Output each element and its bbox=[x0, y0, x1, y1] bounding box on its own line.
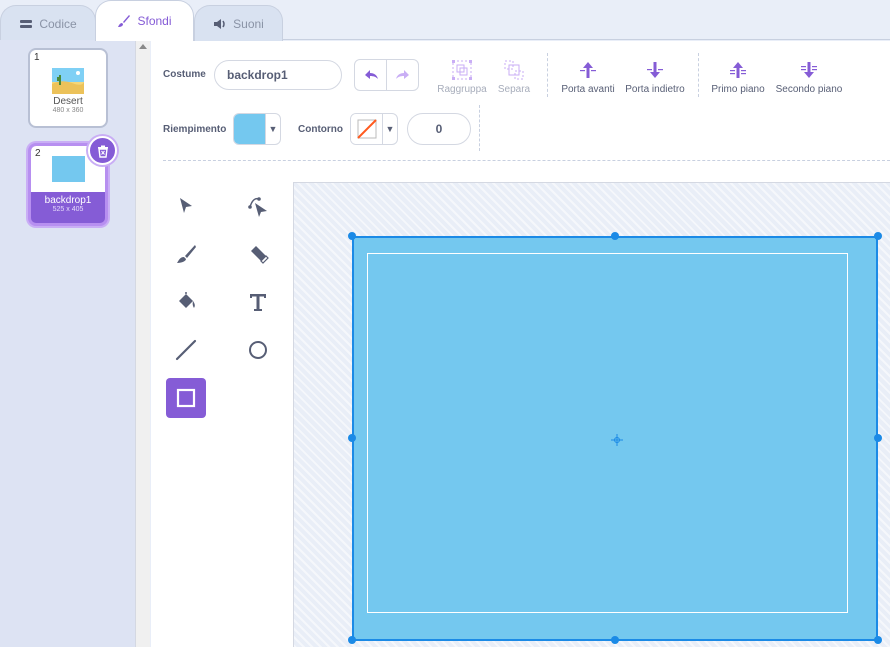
trash-icon bbox=[97, 145, 108, 158]
costume-label: Costume bbox=[163, 69, 206, 80]
undo-icon bbox=[364, 70, 378, 79]
resize-handle-left[interactable] bbox=[348, 434, 356, 442]
paint-bucket-icon bbox=[179, 292, 195, 308]
backdrop-size: 480 x 360 bbox=[52, 107, 84, 114]
backdrop-name: backdrop1 bbox=[44, 195, 92, 206]
back-label: Secondo piano bbox=[775, 84, 843, 95]
resize-handle-bottom-right[interactable] bbox=[874, 636, 882, 644]
fill-color-picker[interactable]: ▼ bbox=[233, 113, 281, 145]
fill-tool[interactable] bbox=[166, 282, 206, 322]
ungroup-label: Separa bbox=[497, 84, 531, 95]
tab-code-label: Codice bbox=[39, 16, 77, 31]
circle-icon bbox=[249, 341, 267, 359]
toolbar-divider bbox=[698, 53, 699, 97]
toolbar-divider bbox=[547, 53, 548, 97]
ungroup-button[interactable]: Separa bbox=[492, 56, 536, 95]
undo-button[interactable] bbox=[355, 60, 386, 90]
paint-editor-window: Codice Sfondi Suoni 1 Desert 480 x 360 2… bbox=[0, 0, 890, 647]
backdrop-name: Desert bbox=[53, 96, 83, 107]
paint-editor: Costume backdrop1 Raggruppa Separa Porta… bbox=[151, 41, 890, 647]
arrow-cursor-icon bbox=[180, 198, 192, 213]
tab-sounds[interactable]: Suoni bbox=[194, 5, 283, 41]
brush-icon bbox=[177, 245, 196, 263]
bring-to-front-icon bbox=[730, 62, 746, 78]
select-tool[interactable] bbox=[166, 186, 206, 226]
arrow-up-icon bbox=[580, 62, 596, 78]
tab-bar: Codice Sfondi Suoni bbox=[0, 0, 890, 41]
front-label: Primo piano bbox=[711, 84, 765, 95]
toolbar-separator bbox=[163, 160, 890, 161]
resize-handle-bottom[interactable] bbox=[611, 636, 619, 644]
rectangle-tool[interactable] bbox=[166, 378, 206, 418]
fill-label: Riempimento bbox=[163, 124, 227, 135]
stage-bounds-outline bbox=[367, 253, 848, 613]
front-button[interactable]: Primo piano bbox=[710, 56, 766, 95]
group-icon bbox=[452, 60, 472, 80]
tab-sounds-label: Suoni bbox=[233, 16, 264, 31]
fill-color-swatch bbox=[234, 114, 265, 144]
tab-backdrops[interactable]: Sfondi bbox=[95, 0, 194, 41]
delete-backdrop-button[interactable] bbox=[88, 136, 117, 165]
outline-width-input[interactable]: 0 bbox=[407, 113, 471, 145]
line-icon bbox=[175, 339, 197, 361]
no-outline-swatch-icon bbox=[351, 114, 382, 144]
backward-label: Porta indietro bbox=[625, 84, 685, 95]
redo-button[interactable] bbox=[386, 60, 418, 90]
backdrop-list bbox=[0, 40, 150, 647]
eraser-icon bbox=[251, 246, 269, 264]
speaker-icon bbox=[213, 17, 227, 31]
backward-button[interactable]: Porta indietro bbox=[623, 56, 687, 95]
backdrop-number: 1 bbox=[34, 52, 40, 63]
line-tool[interactable] bbox=[166, 330, 206, 370]
backdrop-number: 2 bbox=[35, 148, 41, 159]
send-to-back-icon bbox=[801, 62, 817, 78]
forward-label: Porta avanti bbox=[561, 84, 615, 95]
backdrop-size: 525 x 405 bbox=[52, 206, 84, 213]
circle-tool[interactable] bbox=[238, 330, 278, 370]
tab-backdrops-label: Sfondi bbox=[137, 14, 172, 28]
scroll-up-arrow-icon[interactable] bbox=[139, 44, 147, 49]
paintbrush-icon bbox=[117, 14, 131, 28]
chevron-down-icon: ▼ bbox=[382, 114, 397, 144]
resize-handle-top-left[interactable] bbox=[348, 232, 356, 240]
reshape-cursor-icon bbox=[248, 197, 267, 217]
group-label: Raggruppa bbox=[437, 84, 487, 95]
outline-color-picker[interactable]: ▼ bbox=[350, 113, 398, 145]
group-button[interactable]: Raggruppa bbox=[434, 56, 490, 95]
eraser-tool[interactable] bbox=[238, 234, 278, 274]
resize-handle-top-right[interactable] bbox=[874, 232, 882, 240]
costume-name-input[interactable]: backdrop1 bbox=[214, 60, 342, 90]
backdrop-tile-desert[interactable]: 1 Desert 480 x 360 bbox=[28, 48, 108, 128]
back-button[interactable]: Secondo piano bbox=[773, 56, 845, 95]
ungroup-icon bbox=[504, 60, 524, 80]
backdrop-thumbnail-desert bbox=[30, 50, 106, 94]
rectangle-icon bbox=[176, 388, 196, 408]
center-crosshair-icon bbox=[611, 434, 623, 446]
forward-button[interactable]: Porta avanti bbox=[559, 56, 617, 95]
resize-handle-right[interactable] bbox=[874, 434, 882, 442]
outline-label: Contorno bbox=[298, 124, 343, 135]
reshape-tool[interactable] bbox=[238, 186, 278, 226]
resize-handle-bottom-left[interactable] bbox=[348, 636, 356, 644]
code-icon bbox=[19, 17, 33, 31]
paint-canvas[interactable] bbox=[293, 182, 890, 647]
toolbar-divider bbox=[479, 105, 480, 151]
text-icon bbox=[250, 294, 266, 311]
arrow-down-icon bbox=[647, 62, 663, 78]
text-tool[interactable] bbox=[238, 282, 278, 322]
backdrop-list-scrollbar[interactable] bbox=[135, 40, 150, 647]
brush-tool[interactable] bbox=[166, 234, 206, 274]
backdrop-rectangle-shape[interactable] bbox=[352, 236, 878, 641]
chevron-down-icon: ▼ bbox=[265, 114, 280, 144]
redo-icon bbox=[395, 70, 409, 79]
tab-code[interactable]: Codice bbox=[0, 5, 96, 41]
resize-handle-top[interactable] bbox=[611, 232, 619, 240]
undo-redo-group bbox=[354, 59, 419, 91]
